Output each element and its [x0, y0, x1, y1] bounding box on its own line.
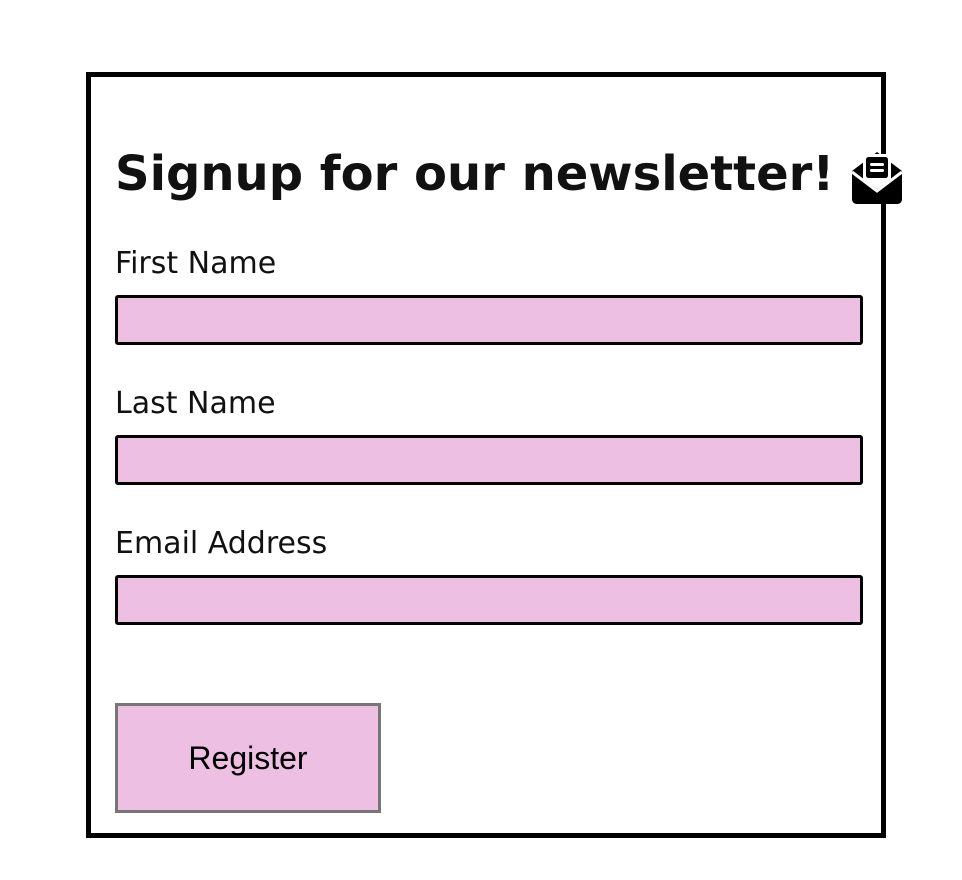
email-address-label: Email Address — [115, 526, 328, 561]
first-name-label: First Name — [115, 246, 277, 281]
newsletter-signup-card: Signup for our newsletter! First Name La… — [86, 72, 904, 838]
email-address-field[interactable] — [115, 575, 863, 625]
open-envelope-icon — [848, 148, 906, 204]
last-name-label: Last Name — [115, 386, 276, 421]
last-name-field[interactable] — [115, 435, 863, 485]
first-name-field[interactable] — [115, 295, 863, 345]
register-button[interactable]: Register — [115, 703, 381, 813]
newsletter-title: Signup for our newsletter! — [115, 146, 835, 202]
newsletter-title-row: Signup for our newsletter! — [115, 143, 906, 205]
